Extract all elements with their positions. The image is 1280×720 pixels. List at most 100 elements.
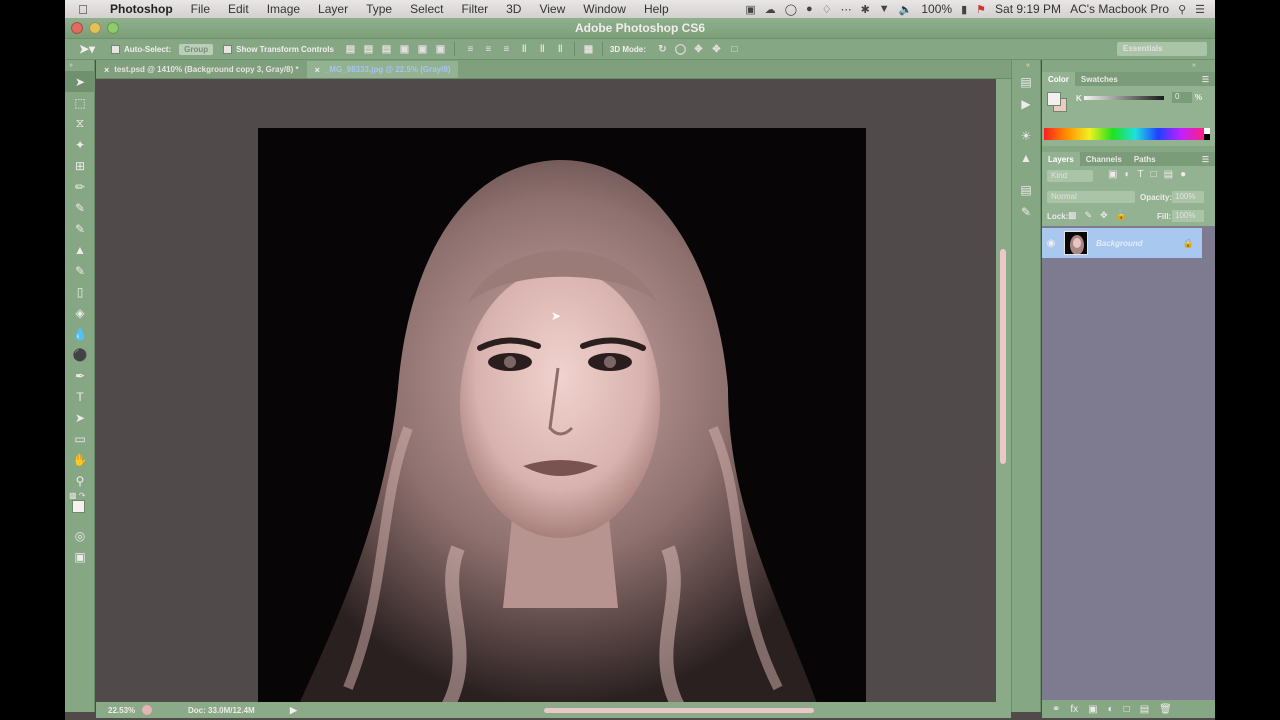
quick-mask-icon[interactable]: ◎ [65,525,95,546]
pixel-filter-icon[interactable]: ▣ [1108,169,1117,180]
menu-edit[interactable]: Edit [219,2,258,16]
close-window-button[interactable] [71,22,83,34]
filter-toggle-icon[interactable]: ● [1180,169,1186,180]
properties-panel-icon[interactable]: ▤ [1012,179,1040,201]
filter-kind-dropdown[interactable]: Kind [1047,170,1093,182]
menu-window[interactable]: Window [574,2,635,16]
lock-position-icon[interactable]: ✥ [1100,210,1108,221]
distribute-bottom-icon[interactable]: ≡ [500,43,513,56]
lock-transparent-icon[interactable]: ▩ [1068,210,1077,221]
blur-tool-icon[interactable]: 💧 [65,323,95,344]
adjustment-filter-icon[interactable]: ◐ [1124,169,1130,180]
paragraph-panel-icon[interactable]: ✎ [1012,201,1040,223]
close-tab-icon[interactable]: × [104,65,109,75]
scrollbar-thumb[interactable] [1000,249,1006,464]
black-white-ramp[interactable] [1204,128,1210,140]
distribute-left-icon[interactable]: ‖ [518,43,531,56]
flag-icon[interactable]: ⚑ [976,3,986,16]
menu-filter[interactable]: Filter [452,2,497,16]
menu-view[interactable]: View [530,2,574,16]
battery-percent[interactable]: 100% [921,2,952,16]
lock-all-icon[interactable]: 🔒 [1116,210,1127,221]
adjustment-layer-icon[interactable]: ◐ [1108,704,1114,715]
default-colors-icon[interactable]: ▩ ↷ [69,491,85,500]
quick-selection-tool-icon[interactable]: ✦ [65,134,95,155]
minimize-window-button[interactable] [89,22,101,34]
user-name[interactable]: AC's Macbook Pro [1070,2,1169,16]
canvas-area[interactable]: ➤ [96,79,996,702]
distribute-top-icon[interactable]: ≡ [464,43,477,56]
collapse-panels-icon[interactable]: » [1042,60,1215,72]
collapse-dock-icon[interactable]: « [1012,60,1040,71]
k-slider[interactable] [1084,96,1164,100]
shape-filter-icon[interactable]: □ [1151,169,1157,180]
foreground-color-swatch[interactable] [1047,92,1061,106]
distribute-right-icon[interactable]: ‖ [554,43,567,56]
close-tab-icon[interactable]: × [315,65,320,75]
healing-brush-tool-icon[interactable]: ✎ [65,197,95,218]
k-value-input[interactable]: 0 [1172,92,1192,103]
menu-help[interactable]: Help [635,2,678,16]
auto-select-dropdown[interactable]: Group [179,43,214,55]
tab-mg-98333[interactable]: × _MG_98333.jpg @ 22.5% (Gray/8) [306,61,459,78]
cloud-icon[interactable]: ☁ [765,3,776,16]
clone-stamp-tool-icon[interactable]: ▲ [65,239,95,260]
tab-channels[interactable]: Channels [1080,152,1128,166]
apple-menu-icon[interactable]:  [65,2,101,17]
spotlight-icon[interactable]: ⚲ [1178,3,1186,16]
status-info-icon[interactable] [142,705,152,715]
new-group-icon[interactable]: □ [1124,704,1130,715]
opacity-input[interactable]: 100% [1172,191,1204,203]
pen-tool-icon[interactable]: ✒ [65,365,95,386]
crop-tool-icon[interactable]: ⊞ [65,155,95,176]
layer-style-icon[interactable]: fx [1070,704,1078,715]
zoom-level[interactable]: 22.53% [96,706,142,715]
3d-slide-icon[interactable]: ✥ [710,43,723,56]
3d-roll-icon[interactable]: ◯ [674,43,687,56]
panel-menu-icon[interactable]: ☰ [1202,75,1215,84]
link-layers-icon[interactable]: ⚭ [1052,704,1060,715]
transform-controls-checkbox[interactable] [223,44,233,54]
collapse-toolbox-icon[interactable]: » [65,60,94,71]
screen-mode-icon[interactable]: ▣ [65,546,95,567]
menu-layer[interactable]: Layer [309,2,357,16]
tab-swatches[interactable]: Swatches [1075,72,1124,86]
tab-color[interactable]: Color [1042,72,1075,86]
3d-rotate-icon[interactable]: ↻ [656,43,669,56]
screen-icon[interactable]: ▣ [745,3,755,16]
volume-icon[interactable]: 🔈 [899,3,913,16]
styles-panel-icon[interactable]: ▲ [1012,147,1040,169]
history-panel-icon[interactable]: ▤ [1012,71,1040,93]
record-icon[interactable]: ● [806,3,813,15]
new-layer-icon[interactable]: ▤ [1140,704,1149,715]
align-top-icon[interactable]: ▤ [344,43,357,56]
marquee-tool-icon[interactable]: ⬚ [65,92,95,113]
tool-preset-picker[interactable]: ➤▾ [79,42,107,56]
workspace-switcher[interactable]: Essentials [1117,42,1207,56]
type-tool-icon[interactable]: T [65,386,95,407]
align-left-icon[interactable]: ▣ [398,43,411,56]
align-right-icon[interactable]: ▣ [434,43,447,56]
lasso-tool-icon[interactable]: ⧖ [65,113,95,134]
distribute-hcenter-icon[interactable]: ‖ [536,43,549,56]
zoom-tool-icon[interactable]: ⚲ [65,470,95,491]
lock-image-icon[interactable]: ✎ [1085,210,1093,221]
zoom-window-button[interactable] [107,22,119,34]
3d-pan-icon[interactable]: ✥ [692,43,705,56]
rectangle-tool-icon[interactable]: ▭ [65,428,95,449]
paint-bucket-tool-icon[interactable]: ◈ [65,302,95,323]
align-bottom-icon[interactable]: ▤ [380,43,393,56]
smart-object-filter-icon[interactable]: ▤ [1164,169,1173,180]
eyedropper-tool-icon[interactable]: ✏ [65,176,95,197]
color-spectrum[interactable] [1044,128,1204,140]
menu-file[interactable]: File [182,2,219,16]
align-hcenter-icon[interactable]: ▣ [416,43,429,56]
3d-scale-icon[interactable]: □ [728,43,741,56]
notifications-icon[interactable]: ☰ [1195,3,1205,16]
wifi-icon[interactable]: ▼ [879,3,890,15]
vertical-scrollbar[interactable] [996,79,1011,702]
delete-layer-icon[interactable]: 🗑 [1159,704,1172,715]
hand-tool-icon[interactable]: ✋ [65,449,95,470]
menu-3d[interactable]: 3D [497,2,530,16]
blend-mode-dropdown[interactable]: Normal [1047,191,1135,203]
